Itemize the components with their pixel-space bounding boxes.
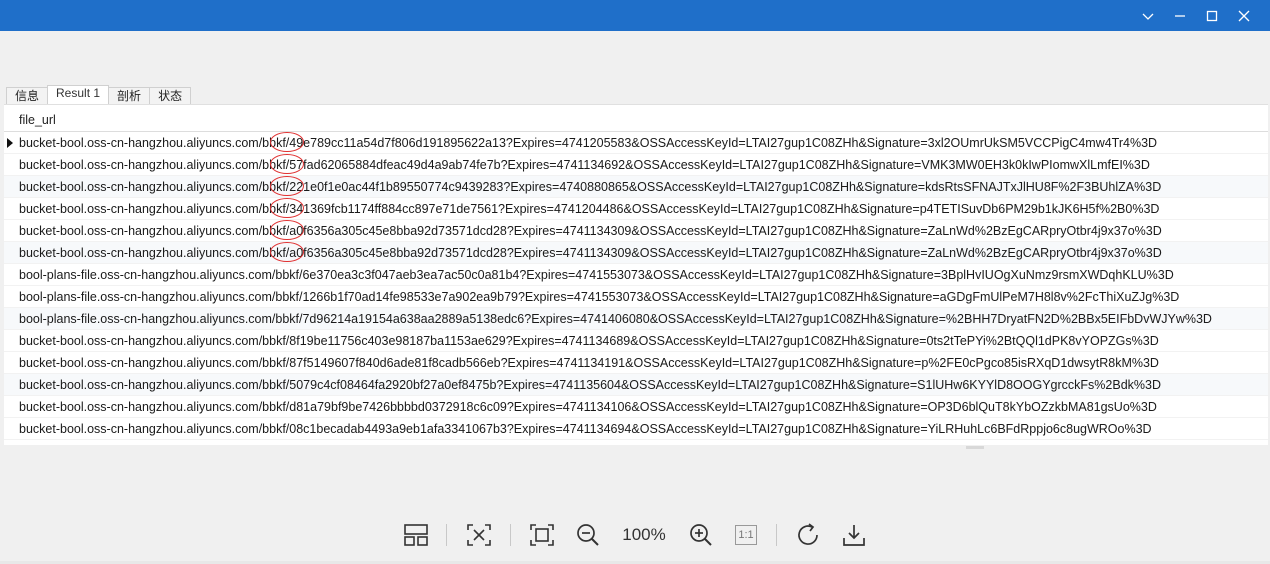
column-header-file-url[interactable]: file_url — [4, 105, 1268, 132]
result-grid: file_url bucket-bool.oss-cn-hangzhou.ali… — [4, 104, 1268, 445]
table-row[interactable]: bucket-bool.oss-cn-hangzhou.aliyuncs.com… — [4, 220, 1268, 242]
table-row[interactable]: bool-plans-file.oss-cn-hangzhou.aliyuncs… — [4, 286, 1268, 308]
zoom-out-icon[interactable] — [574, 518, 602, 552]
cell-file-url: bucket-bool.oss-cn-hangzhou.aliyuncs.com… — [19, 246, 1162, 260]
chevron-down-icon[interactable] — [1132, 0, 1164, 31]
toolbar-divider — [446, 524, 447, 546]
zoom-level: 100% — [622, 525, 666, 544]
table-row[interactable]: bucket-bool.oss-cn-hangzhou.aliyuncs.com… — [4, 198, 1268, 220]
annotation-circle — [270, 132, 304, 152]
table-row[interactable]: bucket-bool.oss-cn-hangzhou.aliyuncs.com… — [4, 396, 1268, 418]
cell-file-url: bucket-bool.oss-cn-hangzhou.aliyuncs.com… — [19, 202, 1160, 216]
table-row[interactable]: bucket-bool.oss-cn-hangzhou.aliyuncs.com… — [4, 330, 1268, 352]
cell-file-url: bucket-bool.oss-cn-hangzhou.aliyuncs.com… — [19, 378, 1162, 392]
download-icon[interactable] — [840, 518, 868, 552]
current-row-marker-icon — [7, 138, 13, 148]
cell-file-url: bucket-bool.oss-cn-hangzhou.aliyuncs.com… — [19, 422, 1152, 436]
viewer-toolbar: 100% 1:1 — [0, 516, 1270, 554]
table-row[interactable]: bucket-bool.oss-cn-hangzhou.aliyuncs.com… — [4, 176, 1268, 198]
cell-file-url: bucket-bool.oss-cn-hangzhou.aliyuncs.com… — [19, 136, 1158, 150]
tab-status[interactable]: 状态 — [149, 87, 192, 104]
table-row[interactable]: bucket-bool.oss-cn-hangzhou.aliyuncs.com… — [4, 132, 1268, 154]
close-icon[interactable] — [1228, 0, 1260, 31]
tab-info[interactable]: 信息 — [6, 87, 49, 104]
fullscreen-icon[interactable] — [528, 518, 556, 552]
zoom-in-icon[interactable] — [687, 518, 715, 552]
actual-size-icon[interactable]: 1:1 — [733, 518, 759, 552]
cell-file-url: bucket-bool.oss-cn-hangzhou.aliyuncs.com… — [19, 400, 1157, 414]
table-row[interactable]: bucket-bool.oss-cn-hangzhou.aliyuncs.com… — [4, 154, 1268, 176]
layout-icon[interactable] — [402, 518, 430, 552]
cell-file-url: bucket-bool.oss-cn-hangzhou.aliyuncs.com… — [19, 356, 1159, 370]
cell-file-url: bool-plans-file.oss-cn-hangzhou.aliyuncs… — [19, 312, 1212, 326]
table-row[interactable]: bucket-bool.oss-cn-hangzhou.aliyuncs.com… — [4, 242, 1268, 264]
splitter-handle[interactable] — [966, 446, 984, 449]
cell-file-url: bucket-bool.oss-cn-hangzhou.aliyuncs.com… — [19, 334, 1159, 348]
annotation-circle — [270, 176, 304, 196]
minimize-icon[interactable] — [1164, 0, 1196, 31]
tab-profile[interactable]: 剖析 — [108, 87, 151, 104]
annotation-circle — [270, 198, 304, 218]
cell-file-url: bucket-bool.oss-cn-hangzhou.aliyuncs.com… — [19, 180, 1162, 194]
annotation-circle — [270, 220, 304, 240]
table-row[interactable]: bool-plans-file.oss-cn-hangzhou.aliyuncs… — [4, 264, 1268, 286]
table-row[interactable]: bucket-bool.oss-cn-hangzhou.aliyuncs.com… — [4, 418, 1268, 440]
table-row[interactable]: bucket-bool.oss-cn-hangzhou.aliyuncs.com… — [4, 352, 1268, 374]
annotation-circle — [270, 242, 304, 262]
cell-file-url: bool-plans-file.oss-cn-hangzhou.aliyuncs… — [19, 268, 1174, 282]
cell-file-url: bucket-bool.oss-cn-hangzhou.aliyuncs.com… — [19, 224, 1162, 238]
tab-result-1[interactable]: Result 1 — [47, 85, 110, 104]
rotate-icon[interactable] — [795, 518, 823, 552]
toolbar-divider — [776, 524, 777, 546]
cell-file-url: bucket-bool.oss-cn-hangzhou.aliyuncs.com… — [19, 158, 1150, 172]
window-titlebar — [0, 0, 1270, 31]
window-controls — [1132, 0, 1260, 31]
annotation-circle — [270, 154, 304, 174]
actual-size-label: 1:1 — [735, 525, 757, 545]
toolbar-divider — [510, 524, 511, 546]
result-tabs: 信息 Result 1 剖析 状态 — [6, 85, 192, 104]
fit-screen-icon[interactable] — [465, 518, 493, 552]
table-row[interactable]: bucket-bool.oss-cn-hangzhou.aliyuncs.com… — [4, 374, 1268, 396]
maximize-icon[interactable] — [1196, 0, 1228, 31]
table-row[interactable]: bool-plans-file.oss-cn-hangzhou.aliyuncs… — [4, 308, 1268, 330]
cell-file-url: bool-plans-file.oss-cn-hangzhou.aliyuncs… — [19, 290, 1180, 304]
